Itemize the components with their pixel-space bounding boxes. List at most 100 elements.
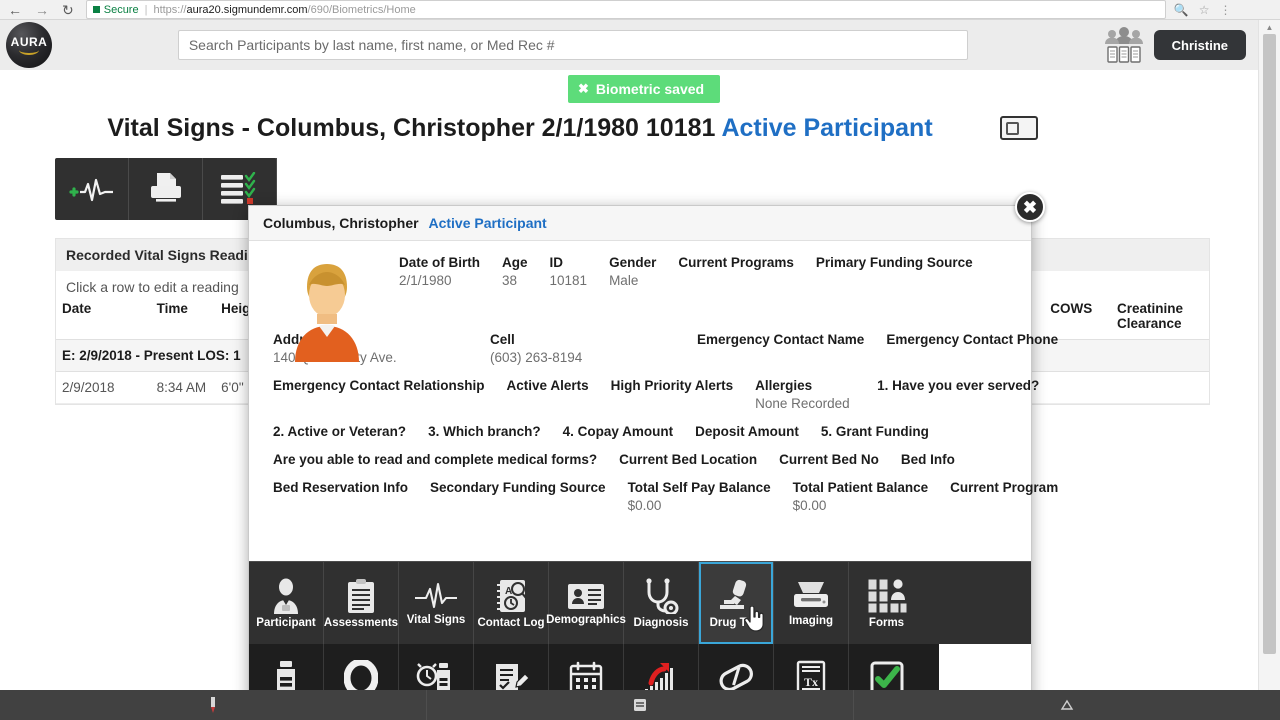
back-arrow-icon[interactable]: ← [8,3,22,17]
tile-orders[interactable]: Orders [324,644,399,690]
address-bar[interactable]: Secure | https://aura20.sigmundemr.com/6… [85,0,1166,19]
print-button[interactable] [129,158,203,220]
avatar [277,257,377,367]
tile-p-notes[interactable]: P Notes [474,644,549,690]
tile-checklist[interactable]: Checklist [849,644,924,690]
field-id: ID 10181 [550,255,588,288]
secure-label: Secure [103,3,139,16]
tile-tbt[interactable]: TBT [624,644,699,690]
field-primary-funding-source: Primary Funding Source [816,255,973,288]
field-label: Emergency Contact Relationship [273,378,485,393]
toast-close-icon[interactable]: ✖ [578,81,589,97]
tile-demographics[interactable]: Demographics [546,562,626,644]
field-emergency-contact-phone: Emergency Contact Phone [886,332,1058,365]
reload-icon[interactable]: ↻ [62,3,74,17]
tile-drug-test[interactable]: Drug Test [699,562,774,644]
add-vital-sign-button[interactable] [55,158,129,220]
page-scrollbar[interactable]: ▲ [1258,20,1280,690]
field-row: Emergency Contact Relationship Active Al… [249,378,1039,411]
tile-label: Participant [256,616,316,629]
tile-diagnosis[interactable]: Diagnosis [624,562,699,644]
calendar-icon [569,661,603,690]
field-have-you-ever-served: 1. Have you ever served? [877,378,1039,411]
id-card-icon[interactable] [1000,116,1038,140]
footer-item-caret[interactable] [854,690,1280,720]
field-grant-funding: 5. Grant Funding [821,424,929,439]
field-current-bed-no: Current Bed No [779,452,879,467]
medicine-bottle-icon [277,660,295,690]
magnifier-icon[interactable]: 🔍 [1174,3,1189,17]
field-emergency-contact-relationship: Emergency Contact Relationship [273,378,485,411]
add-vital-sign-icon [68,178,113,202]
field-label: Emergency Contact Phone [886,332,1059,347]
field-label: ID [549,255,564,270]
field-total-self-pay-balance: Total Self Pay Balance $0.00 [628,480,771,513]
tile-tasks[interactable]: Tasks [549,644,624,690]
stethoscope-icon [646,577,679,614]
tile-vital-signs[interactable]: Vital Signs [399,562,474,644]
field-label: Are you able to read and complete medica… [273,452,598,467]
app-header: AURA Christine [0,20,1258,70]
field-label: Emergency Contact Name [697,332,865,347]
field-label: Bed Info [900,452,955,467]
bar-chart-arrow-icon [645,662,673,690]
footer-item-pen[interactable] [0,690,427,720]
search-input[interactable] [177,30,968,60]
field-label: Age [502,255,528,270]
field-label: Total Patient Balance [792,480,929,495]
secure-lock-icon [92,6,100,13]
cell-date: 2/9/2018 [56,371,151,404]
field-value: 38 [502,273,518,288]
page-title-status-link[interactable]: Active Participant [721,114,932,142]
people-group-icon[interactable] [1102,26,1146,64]
tile-label: Vital Signs [406,613,466,626]
tile-erx[interactable]: ERx [699,644,774,690]
tile-participant[interactable]: Participant [249,562,324,644]
footer-item-card[interactable] [427,690,854,720]
id-card-icon [568,583,604,609]
field-value: 2/1/1980 [399,273,452,288]
tile-medications[interactable]: Medications [249,644,324,690]
field-value: $0.00 [627,498,662,513]
tile-label: Contact Log [477,616,545,629]
url-path: /690/Biometrics/Home [307,3,416,16]
user-menu-button[interactable]: Christine [1153,30,1246,60]
tile-assessments[interactable]: Assessments [324,562,399,644]
field-label: Date of Birth [399,255,480,270]
field-label: High Priority Alerts [610,378,734,393]
column-header: Date [62,301,92,316]
field-age: Age 38 [502,255,528,288]
header-icon-group[interactable] [1094,26,1154,64]
logo-swoosh-icon [19,50,39,55]
tile-contact-log[interactable]: A Contact Log [474,562,549,644]
modal-fields: Date of Birth 2/1/1980 Age 38 ID 10181 G… [273,255,1058,513]
kebab-menu-icon[interactable]: ⋮ [1219,3,1231,17]
star-icon[interactable]: ☆ [1199,3,1210,17]
modal-status-link[interactable]: Active Participant [428,215,546,231]
close-icon[interactable]: ✖ [1015,192,1045,222]
field-label: Secondary Funding Source [430,480,606,495]
forward-arrow-icon[interactable]: → [35,3,49,17]
scroll-up-arrow-icon[interactable]: ▲ [1259,20,1280,32]
field-label: Active Alerts [506,378,589,393]
tile-label: Imaging [788,614,834,627]
field-label: Current Bed Location [619,452,758,467]
field-label: Primary Funding Source [815,255,973,270]
tile-forms[interactable]: Forms [849,562,924,644]
pen-icon [211,697,215,713]
tile-label: Diagnosis [633,616,689,629]
tile-mar[interactable]: MAR [399,644,474,690]
browser-nav-buttons: ← → ↻ [0,3,74,17]
tile-tx-plan[interactable]: Tx Tx Plan [774,644,849,690]
tile-label: Assessments [323,616,399,629]
letter-o-icon [344,659,378,690]
field-gender: Gender Male [609,255,656,288]
tile-imaging[interactable]: Imaging [774,562,849,644]
field-row: Date of Birth 2/1/1980 Age 38 ID 10181 G… [399,255,1017,288]
cell-creatinine [1111,371,1209,404]
field-active-alerts: Active Alerts [507,378,589,411]
scrollbar-thumb[interactable] [1263,34,1276,654]
clock-bottle-icon [416,662,450,690]
url-domain: aura20.sigmundemr.com [186,3,308,16]
field-current-bed-location: Current Bed Location [619,452,757,467]
